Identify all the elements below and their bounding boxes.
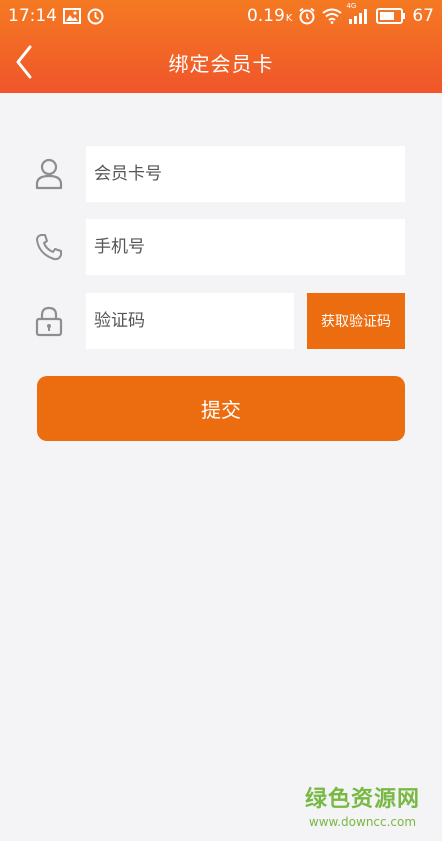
- wifi-icon: [322, 8, 342, 24]
- battery-level: 67: [412, 6, 434, 26]
- chevron-left-icon: [16, 45, 32, 79]
- status-time: 17:14: [8, 6, 57, 26]
- user-icon: [33, 158, 65, 190]
- watermark-url: www.downcc.com: [308, 815, 417, 829]
- alarm-icon: [298, 7, 316, 25]
- header: 17:14 0.19K 4G 67 绑定会员卡: [0, 0, 442, 93]
- clock-icon: [87, 8, 104, 25]
- phone-icon: [33, 231, 65, 263]
- page-title: 绑定会员卡: [168, 52, 274, 76]
- status-bar: 17:14 0.19K 4G 67: [0, 0, 442, 32]
- lock-icon: [33, 305, 65, 337]
- network-type: 4G: [346, 2, 357, 10]
- network-speed: 0.19K: [246, 6, 293, 26]
- watermark-title: 绿色资源网: [304, 787, 420, 812]
- back-button[interactable]: [8, 42, 40, 82]
- code-input[interactable]: [86, 293, 294, 349]
- signal-icon: 4G: [346, 2, 370, 24]
- status-left: 17:14: [8, 6, 104, 26]
- screen: 17:14 0.19K 4G 67 绑定会员卡 会员卡号 手机号 验证码 获取验…: [0, 0, 442, 841]
- battery-icon: [376, 8, 406, 24]
- status-right: 0.19K 4G 67: [246, 2, 434, 26]
- phone-row: [0, 219, 442, 275]
- submit-button[interactable]: 提交: [37, 376, 405, 441]
- image-icon: [63, 8, 81, 24]
- code-row: 获取验证码: [0, 293, 442, 349]
- card-number-row: [0, 146, 442, 202]
- get-code-button[interactable]: 获取验证码: [307, 293, 405, 349]
- title-bar: 绑定会员卡: [0, 32, 442, 93]
- phone-input[interactable]: [86, 219, 405, 275]
- watermark: 绿色资源网 www.downcc.com: [305, 781, 420, 829]
- card-number-input[interactable]: [86, 146, 405, 202]
